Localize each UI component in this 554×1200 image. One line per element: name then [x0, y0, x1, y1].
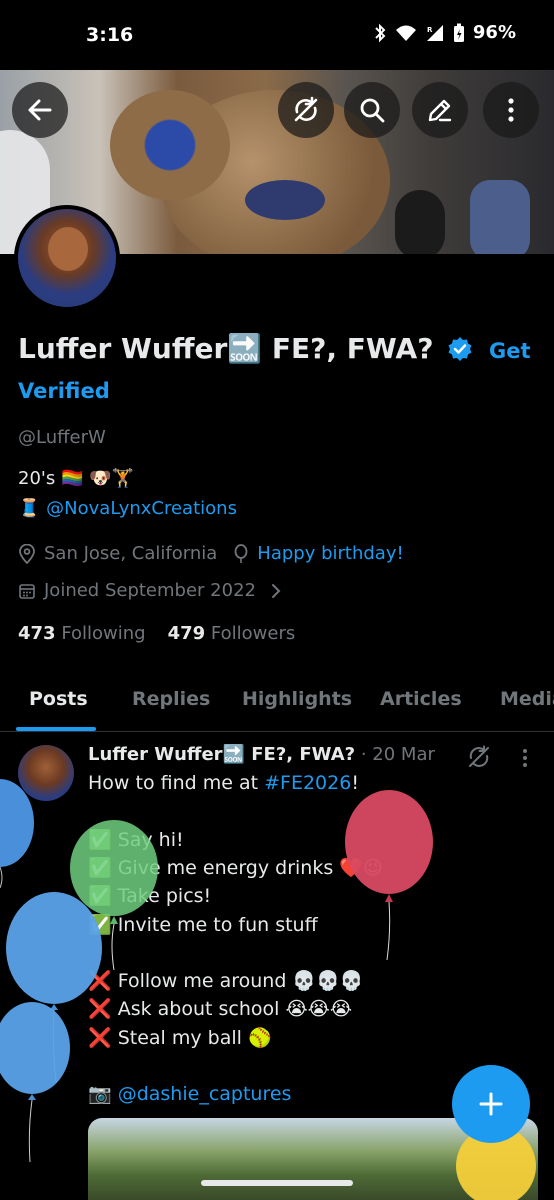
tab-media[interactable]: Media: [500, 688, 554, 710]
bluetooth-icon: [375, 23, 386, 42]
verified-badge-icon[interactable]: [447, 336, 473, 362]
post-intro-suffix: !: [351, 772, 359, 794]
bio-spool-emoji: 🧵: [18, 498, 41, 519]
avatar-image: [18, 209, 116, 307]
joined-text: Joined September 2022: [44, 580, 256, 601]
post-sync-icon[interactable]: [467, 745, 491, 769]
post-author-avatar[interactable]: [18, 745, 74, 801]
balloon-blue-icon: [0, 1002, 70, 1162]
wifi-icon: [395, 25, 416, 41]
location-text: San Jose, California: [44, 543, 218, 564]
more-button[interactable]: [483, 82, 539, 138]
following-count: 473: [18, 623, 56, 644]
tab-posts[interactable]: Posts: [29, 688, 88, 710]
followers-label: Followers: [210, 623, 296, 644]
follow-stats: 473 Following 479 Followers: [18, 623, 295, 644]
status-bar: 3:16 R 96%: [0, 0, 554, 70]
post-line: ✅ Invite me to fun stuff: [88, 914, 318, 936]
location-pin-icon: [19, 543, 35, 564]
post-more-icon[interactable]: [515, 747, 535, 769]
plus-icon: [479, 1092, 503, 1116]
post-date[interactable]: 20 Mar: [372, 744, 435, 765]
search-icon: [360, 98, 385, 123]
profile-avatar[interactable]: [14, 205, 120, 311]
bio-mention-link[interactable]: @NovaLynxCreations: [46, 498, 237, 519]
profile-tabs: Posts Replies Highlights Articles Media: [0, 676, 554, 732]
profile-meta-joined[interactable]: Joined September 2022: [18, 580, 282, 601]
cell-signal-icon: R: [426, 24, 443, 41]
active-tab-indicator: [16, 727, 96, 731]
profile-meta-location: San Jose, California Happy birthday!: [18, 543, 404, 564]
battery-icon: [453, 23, 464, 42]
post-hashtag-link[interactable]: #FE2026: [264, 772, 351, 794]
calendar-icon: [19, 583, 35, 599]
search-button[interactable]: [344, 82, 400, 138]
balloon-icon: [234, 543, 248, 563]
home-indicator[interactable]: [201, 1180, 353, 1186]
back-button[interactable]: [12, 82, 68, 138]
tab-articles[interactable]: Articles: [380, 688, 462, 710]
status-time: 3:16: [86, 24, 134, 46]
sync-icon: [294, 96, 318, 122]
post-line: ❌ Ask about school 😭😭😭: [88, 998, 353, 1020]
sync-button[interactable]: [278, 82, 334, 138]
post-author-name[interactable]: Luffer Wuffer🔜 FE?, FWA?: [88, 744, 355, 765]
post-line: ✅ Give me energy drinks ❤️😉: [88, 857, 383, 879]
post-header: Luffer Wuffer🔜 FE?, FWA? · 20 Mar: [88, 744, 435, 765]
following-label: Following: [61, 623, 146, 644]
chevron-right-icon: [271, 583, 281, 598]
post-intro-prefix: How to find me at: [88, 772, 265, 794]
post-dot: ·: [360, 744, 367, 765]
post-line: ❌ Steal my ball 🥎: [88, 1027, 272, 1049]
svg-text:R: R: [427, 26, 433, 34]
battery-percent: 96%: [472, 22, 516, 43]
bio-line-1: 20's 🏳️‍🌈 🐶🏋: [18, 468, 134, 489]
tab-highlights[interactable]: Highlights: [242, 688, 352, 710]
tab-replies[interactable]: Replies: [132, 688, 210, 710]
compose-post-button[interactable]: [452, 1065, 530, 1143]
camera-emoji: 📷: [88, 1083, 118, 1105]
followers-count: 479: [167, 623, 206, 644]
following-link[interactable]: 473 Following: [18, 623, 146, 644]
post-line-intro: How to find me at #FE2026!: [88, 772, 359, 794]
birthday-link[interactable]: Happy birthday!: [257, 543, 403, 564]
pencil-icon: [428, 99, 452, 122]
status-icons: R 96%: [373, 22, 516, 43]
post-photo-credit: 📷 @dashie_captures: [88, 1082, 291, 1105]
edit-button[interactable]: [412, 82, 468, 138]
arrow-left-icon: [28, 99, 52, 121]
post-line: ✅ Take pics!: [88, 885, 212, 907]
post-line: ✅ Say hi!: [88, 829, 184, 851]
more-vertical-icon: [508, 98, 514, 122]
post-line: ❌ Follow me around 💀💀💀: [88, 970, 364, 992]
bio-line-2: 🧵 @NovaLynxCreations: [18, 498, 237, 519]
display-name: Luffer Wuffer🔜 FE?, FWA? Get Verified: [18, 330, 538, 410]
post-credit-link[interactable]: @dashie_captures: [118, 1083, 292, 1105]
display-name-text: Luffer Wuffer🔜 FE?, FWA?: [18, 332, 434, 365]
followers-link[interactable]: 479 Followers: [168, 623, 296, 644]
profile-handle: @LufferW: [18, 427, 106, 448]
